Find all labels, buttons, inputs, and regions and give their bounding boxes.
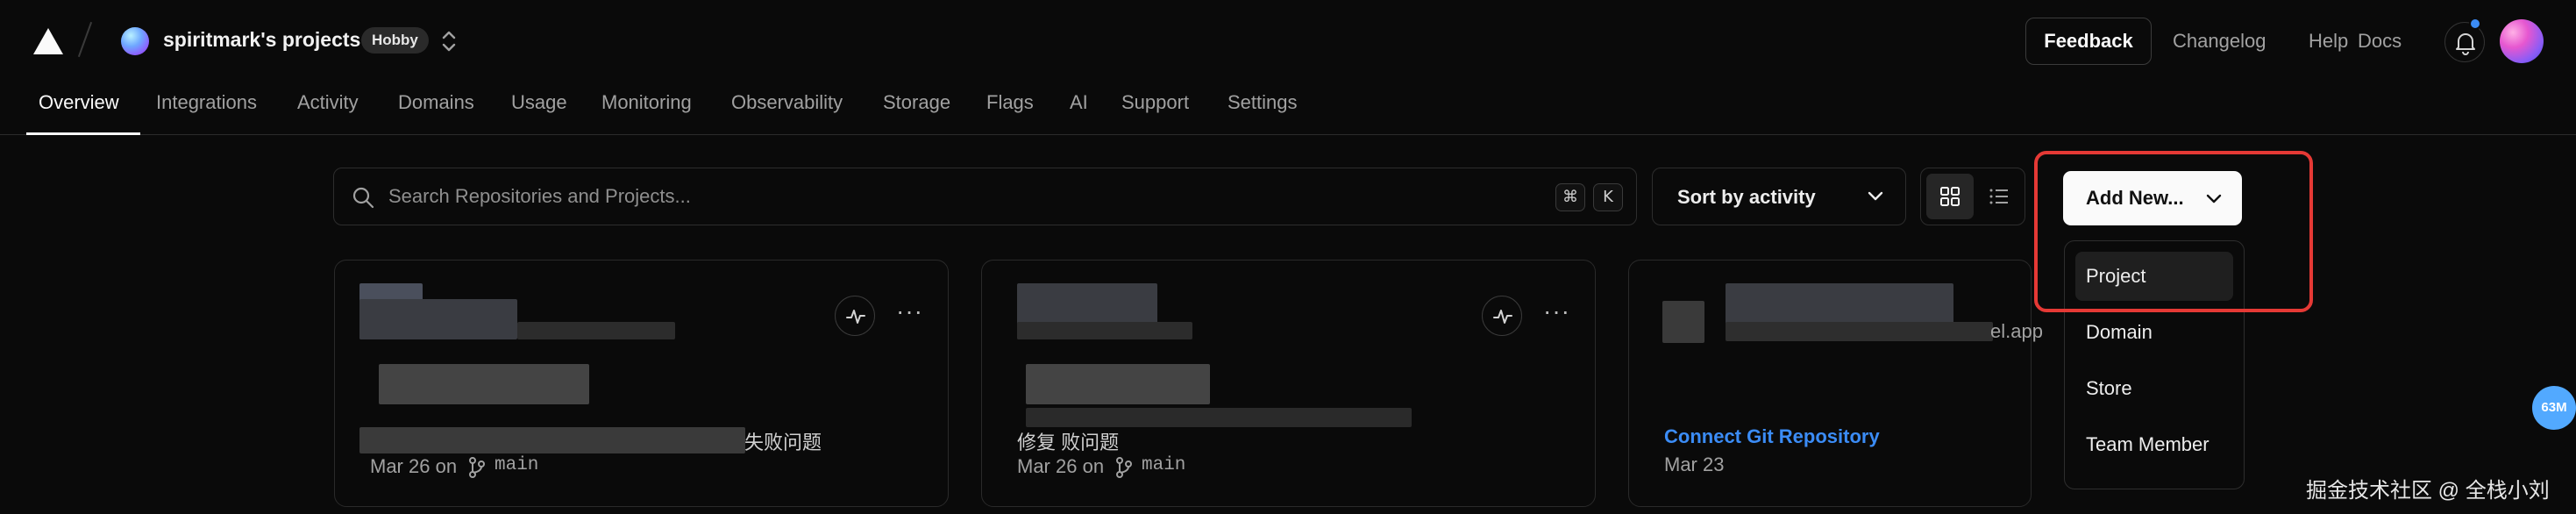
watermark: 掘金技术社区 @ 全栈小刘: [2306, 479, 2550, 503]
tab-overview[interactable]: Overview: [39, 91, 119, 114]
redacted-project-name: [359, 299, 517, 339]
annotation-highlight: [2034, 151, 2313, 312]
more-options-icon[interactable]: ···: [1543, 299, 1570, 324]
nav-tabs: Overview Integrations Activity Domains U…: [0, 81, 2576, 135]
list-icon: [1989, 189, 2008, 204]
search-icon: [352, 187, 374, 209]
project-date: Mar 23: [1664, 453, 1725, 475]
shortcut-key-k: K: [1593, 183, 1623, 211]
pulse-icon: [1493, 310, 1512, 324]
branch-name: main: [1142, 455, 1186, 475]
redacted-commit: [359, 427, 745, 453]
search-input[interactable]: [388, 168, 1528, 225]
memory-badge[interactable]: 63M: [2532, 386, 2576, 430]
sort-dropdown[interactable]: Sort by activity: [1652, 168, 1906, 225]
commit-message: 失败问题: [744, 432, 822, 453]
project-card[interactable]: ··· 修复 败问题 Mar 26 on main: [981, 260, 1596, 507]
active-tab-indicator: [26, 132, 140, 135]
tab-flags[interactable]: Flags: [986, 91, 1034, 114]
help-link[interactable]: Help: [2309, 30, 2348, 53]
activity-button[interactable]: [835, 296, 875, 336]
project-domain: el.app: [1990, 320, 2043, 342]
project-card[interactable]: ··· 失败问题 Mar 26 on main: [334, 260, 949, 507]
menu-item-team-member[interactable]: Team Member: [2075, 420, 2233, 469]
tab-usage[interactable]: Usage: [511, 91, 567, 114]
chevron-up-down-icon[interactable]: [437, 27, 461, 55]
redacted-commit: [1026, 408, 1412, 427]
connect-git-repository-link[interactable]: Connect Git Repository: [1664, 425, 1880, 448]
tab-settings[interactable]: Settings: [1228, 91, 1298, 114]
tab-monitoring[interactable]: Monitoring: [601, 91, 692, 114]
team-avatar[interactable]: [121, 27, 149, 55]
user-avatar[interactable]: [2500, 19, 2544, 63]
branch-name: main: [495, 455, 539, 475]
pulse-icon: [846, 310, 865, 324]
bell-icon: [2456, 33, 2475, 55]
top-bar: spiritmark's projects Hobby Feedback Cha…: [0, 0, 2576, 81]
vercel-logo-icon[interactable]: [33, 28, 63, 54]
git-branch-icon: [469, 457, 485, 478]
redacted-project-url: [517, 322, 675, 339]
tab-observability[interactable]: Observability: [731, 91, 843, 114]
chevron-down-icon: [1868, 191, 1883, 201]
search-box[interactable]: ⌘ K: [333, 168, 1637, 225]
redacted-repo: [1026, 364, 1210, 404]
git-branch-icon: [1116, 457, 1132, 478]
grid-view-button[interactable]: [1926, 174, 1974, 219]
project-avatar: [1662, 301, 1704, 343]
commit-date: Mar 26 on: [370, 455, 458, 477]
notification-dot: [2469, 18, 2481, 30]
tab-support[interactable]: Support: [1121, 91, 1189, 114]
tab-integrations[interactable]: Integrations: [156, 91, 257, 114]
more-options-icon[interactable]: ···: [896, 299, 923, 324]
activity-button[interactable]: [1482, 296, 1522, 336]
sort-label: Sort by activity: [1677, 186, 1816, 208]
commit-date: Mar 26 on: [1017, 455, 1105, 477]
view-toggle: [1920, 168, 2025, 225]
list-view-button[interactable]: [1975, 174, 2023, 219]
tab-domains[interactable]: Domains: [398, 91, 474, 114]
tab-storage[interactable]: Storage: [883, 91, 950, 114]
grid-icon: [1940, 187, 1960, 206]
menu-item-store[interactable]: Store: [2075, 364, 2233, 413]
plan-badge: Hobby: [361, 27, 429, 54]
breadcrumb-separator: [77, 21, 93, 58]
redacted-project-url: [1017, 322, 1192, 339]
commit-message: 修复 败问题: [1017, 432, 1120, 453]
docs-link[interactable]: Docs: [2358, 30, 2402, 53]
tab-activity[interactable]: Activity: [297, 91, 359, 114]
shortcut-key-cmd: ⌘: [1555, 183, 1585, 211]
redacted-project-name: [1726, 283, 1953, 327]
tab-ai[interactable]: AI: [1070, 91, 1088, 114]
redacted-repo: [379, 364, 589, 404]
project-card[interactable]: el.app Connect Git Repository Mar 23: [1628, 260, 2043, 507]
menu-item-domain[interactable]: Domain: [2075, 308, 2233, 357]
redacted-project-url: [1726, 322, 1993, 341]
team-name[interactable]: spiritmark's projects: [163, 28, 360, 52]
changelog-link[interactable]: Changelog: [2173, 30, 2266, 53]
feedback-button[interactable]: Feedback: [2025, 18, 2152, 65]
